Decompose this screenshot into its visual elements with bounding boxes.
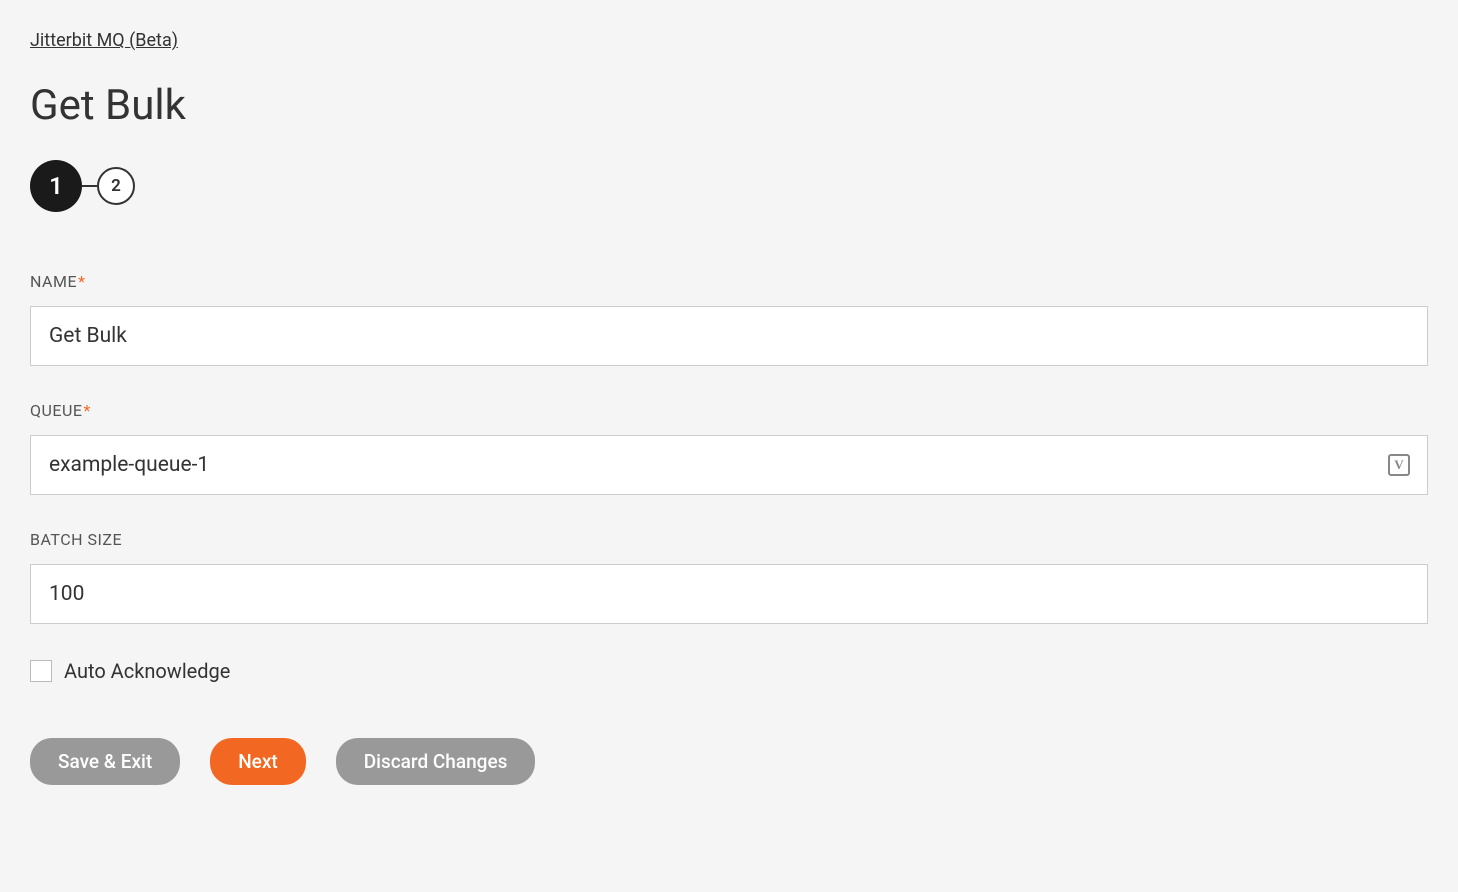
required-indicator: * [78, 272, 85, 291]
breadcrumb-link[interactable]: Jitterbit MQ (Beta) [30, 30, 178, 51]
name-input[interactable] [30, 306, 1428, 366]
step-2[interactable]: 2 [97, 167, 135, 205]
next-button[interactable]: Next [210, 738, 306, 785]
batch-size-label-text: BATCH SIZE [30, 530, 122, 549]
auto-ack-label: Auto Acknowledge [64, 659, 230, 683]
step-1[interactable]: 1 [30, 160, 82, 212]
name-label-text: NAME [30, 272, 77, 291]
auto-ack-checkbox[interactable] [30, 660, 52, 682]
required-indicator: * [83, 401, 90, 420]
batch-size-field-group: BATCH SIZE [30, 530, 1428, 624]
auto-ack-group: Auto Acknowledge [30, 659, 1428, 683]
queue-input[interactable] [30, 435, 1428, 495]
queue-label-text: QUEUE [30, 401, 82, 420]
step-connector [82, 185, 97, 187]
queue-label: QUEUE* [30, 401, 1428, 420]
page-title: Get Bulk [30, 81, 1428, 130]
wizard-stepper: 1 2 [30, 160, 1428, 212]
batch-size-input[interactable] [30, 564, 1428, 624]
name-label: NAME* [30, 272, 1428, 291]
variable-icon[interactable]: V [1388, 454, 1410, 476]
queue-field-group: QUEUE* V [30, 401, 1428, 495]
save-exit-button[interactable]: Save & Exit [30, 738, 180, 785]
batch-size-label: BATCH SIZE [30, 530, 1428, 549]
action-buttons: Save & Exit Next Discard Changes [30, 738, 1428, 785]
discard-button[interactable]: Discard Changes [336, 738, 536, 785]
name-field-group: NAME* [30, 272, 1428, 366]
